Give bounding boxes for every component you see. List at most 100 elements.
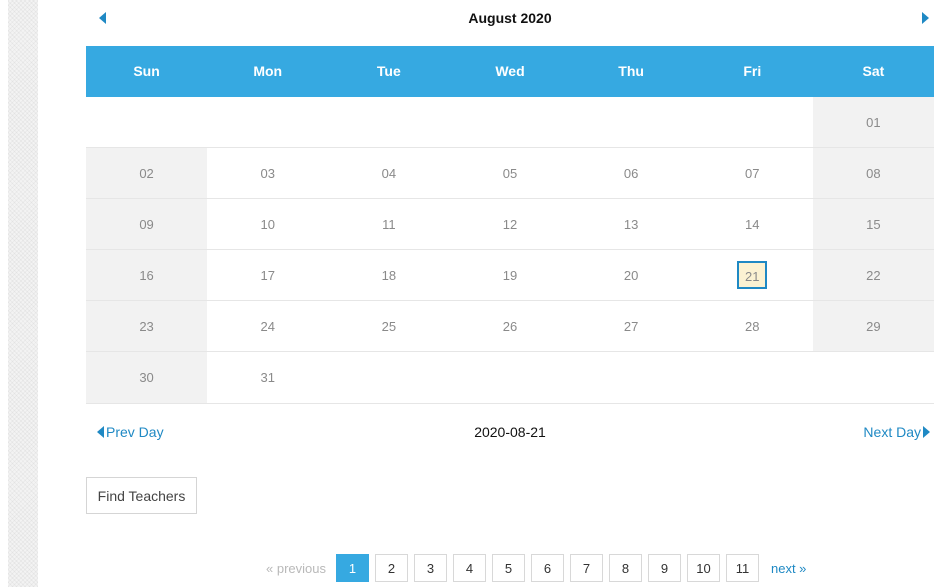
calendar-week-row: 01 <box>86 97 934 148</box>
calendar-day[interactable]: 14 <box>692 199 813 249</box>
calendar-day[interactable]: 04 <box>328 148 449 198</box>
day-number: 20 <box>623 267 639 283</box>
day-number: 02 <box>139 165 154 181</box>
page-link-9[interactable]: 9 <box>647 554 681 582</box>
previous-page-link: « previous <box>266 560 326 576</box>
calendar-week-row: 09 10 11 12 13 14 15 <box>86 199 934 250</box>
month-title: August 2020 <box>468 10 552 26</box>
calendar-day[interactable]: 01 <box>812 97 934 147</box>
calendar-day[interactable]: 31 <box>207 352 328 403</box>
calendar-day[interactable]: 08 <box>812 148 934 198</box>
calendar-day-selected[interactable]: 21 <box>692 250 813 300</box>
page-link-11[interactable]: 11 <box>725 554 759 582</box>
day-number: 05 <box>502 165 518 181</box>
calendar-week-row: 23 24 25 26 27 28 29 <box>86 301 934 352</box>
day-number: 06 <box>623 165 639 181</box>
calendar-day[interactable]: 19 <box>449 250 570 300</box>
day-number: 16 <box>139 267 154 283</box>
calendar-empty-cell <box>449 352 570 403</box>
next-day-link[interactable]: Next Day <box>863 424 930 440</box>
day-number: 29 <box>866 318 881 334</box>
day-number: 21 <box>737 261 768 289</box>
calendar-empty-cell <box>207 97 328 147</box>
day-number: 01 <box>866 114 881 130</box>
weekday-thu: Thu <box>618 63 644 79</box>
calendar-day[interactable]: 25 <box>328 301 449 351</box>
day-number: 14 <box>745 216 760 232</box>
page-link-7[interactable]: 7 <box>569 554 603 582</box>
calendar-day[interactable]: 03 <box>207 148 328 198</box>
day-number: 07 <box>745 165 760 181</box>
weekday-fri: Fri <box>743 63 762 79</box>
calendar-day[interactable]: 26 <box>449 301 570 351</box>
calendar-day[interactable]: 20 <box>571 250 692 300</box>
left-decorative-strip <box>8 0 38 587</box>
page-link-10[interactable]: 10 <box>686 554 720 582</box>
calendar-day[interactable]: 09 <box>86 199 208 249</box>
weekday-tue: Tue <box>376 63 401 79</box>
page-link-1[interactable]: 1 <box>335 554 369 582</box>
pagination: « previous 1 2 3 4 5 6 7 8 9 10 11 next » <box>266 554 806 582</box>
page-link-3[interactable]: 3 <box>413 554 447 582</box>
calendar-day[interactable]: 17 <box>207 250 328 300</box>
day-number: 26 <box>502 318 518 334</box>
day-number: 04 <box>381 165 397 181</box>
day-number: 09 <box>139 216 154 232</box>
calendar-day[interactable]: 23 <box>86 301 208 351</box>
day-number: 19 <box>502 267 518 283</box>
calendar-day[interactable]: 11 <box>328 199 449 249</box>
calendar-day[interactable]: 24 <box>207 301 328 351</box>
day-navigation: Prev Day 2020-08-21 Next Day <box>86 424 934 444</box>
calendar-empty-cell <box>692 97 813 147</box>
calendar-day[interactable]: 06 <box>571 148 692 198</box>
weekday-mon: Mon <box>253 63 283 79</box>
calendar-day[interactable]: 12 <box>449 199 570 249</box>
calendar-day[interactable]: 27 <box>571 301 692 351</box>
calendar-empty-cell <box>692 352 813 403</box>
day-number: 25 <box>381 318 397 334</box>
find-teachers-button[interactable]: Find Teachers <box>86 477 197 514</box>
calendar-day[interactable]: 13 <box>571 199 692 249</box>
day-number: 30 <box>139 370 154 385</box>
next-month-arrow-icon[interactable] <box>922 12 929 24</box>
day-number: 15 <box>866 216 881 232</box>
calendar-empty-cell <box>571 352 692 403</box>
calendar-day[interactable]: 22 <box>812 250 934 300</box>
calendar-day[interactable]: 30 <box>86 352 208 403</box>
day-number: 18 <box>381 267 397 283</box>
weekday-sun: Sun <box>133 63 160 79</box>
calendar-day[interactable]: 28 <box>692 301 813 351</box>
calendar-day[interactable]: 02 <box>86 148 208 198</box>
calendar-empty-cell <box>571 97 692 147</box>
calendar-day[interactable]: 10 <box>207 199 328 249</box>
calendar-day[interactable]: 18 <box>328 250 449 300</box>
weekday-wed: Wed <box>495 63 525 79</box>
calendar-day[interactable]: 16 <box>86 250 208 300</box>
page-link-6[interactable]: 6 <box>530 554 564 582</box>
calendar-navigation: August 2020 <box>86 0 934 40</box>
day-number: 08 <box>866 165 881 181</box>
day-number: 13 <box>623 216 639 232</box>
weekday-header: Sun Mon Tue Wed Thu Fri Sat <box>86 46 934 97</box>
calendar-day[interactable]: 05 <box>449 148 570 198</box>
right-triangle-icon <box>923 426 930 438</box>
calendar-day[interactable]: 15 <box>812 199 934 249</box>
next-page-link[interactable]: next » <box>771 561 806 576</box>
calendar-empty-cell <box>449 97 570 147</box>
calendar-grid: 01 02 03 04 05 06 07 08 09 10 11 12 13 14 15 16 17 18 19 20… <box>86 97 934 404</box>
day-number: 28 <box>745 318 760 334</box>
day-number: 24 <box>260 318 275 334</box>
page-link-5[interactable]: 5 <box>491 554 525 582</box>
page-link-8[interactable]: 8 <box>608 554 642 582</box>
calendar-week-row: 16 17 18 19 20 21 22 <box>86 250 934 301</box>
calendar-empty-cell <box>86 97 207 147</box>
day-number: 12 <box>502 216 518 232</box>
calendar-empty-cell <box>813 352 934 403</box>
page-link-4[interactable]: 4 <box>452 554 486 582</box>
page-link-2[interactable]: 2 <box>374 554 408 582</box>
weekday-sat: Sat <box>862 63 885 79</box>
day-number: 03 <box>260 165 275 181</box>
day-number: 22 <box>866 267 881 283</box>
calendar-day[interactable]: 07 <box>692 148 813 198</box>
calendar-day[interactable]: 29 <box>812 301 934 351</box>
